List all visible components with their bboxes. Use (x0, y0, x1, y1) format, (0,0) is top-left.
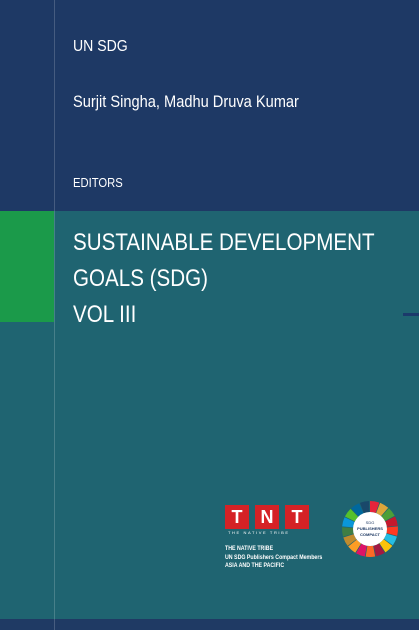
publisher-line: THE NATIVE TRIBE (225, 545, 274, 552)
logo-tagline: THE NATIVE TRIBE (228, 530, 290, 535)
footer-band (0, 619, 419, 630)
vertical-rule (54, 0, 55, 630)
publisher-info: THE NATIVE TRIBE UN SDG Publishers Compa… (225, 545, 322, 571)
wheel-segment (365, 545, 376, 558)
title-line: GOALS (SDG) (73, 265, 208, 292)
badge-text-line: COMPACT (360, 532, 380, 537)
badge-text-line: SDG (366, 520, 375, 525)
publisher-line: ASIA AND THE PACIFIC (225, 562, 285, 570)
logo-letter: T (285, 505, 309, 529)
authors: Surjit Singha, Madhu Druva Kumar (73, 92, 299, 111)
title-line: VOL III (73, 301, 137, 328)
tnt-logo: T N T THE NATIVE TRIBE (225, 505, 310, 535)
series-label: UN SDG (73, 38, 128, 55)
badge-text-line: PUBLISHERS (357, 526, 383, 531)
publisher-line: UN SDG Publishers Compact Members (225, 553, 323, 561)
editors-label: EDITORS (73, 176, 123, 190)
green-accent-block (0, 211, 54, 322)
edge-tick-mark (403, 313, 419, 316)
logo-letter: T (225, 505, 249, 529)
title-line: SUSTAINABLE DEVELOPMENT (73, 229, 375, 256)
sdg-compact-badge: SDG PUBLISHERS COMPACT (341, 501, 398, 558)
logo-letter: N (255, 505, 279, 529)
book-title: SUSTAINABLE DEVELOPMENT GOALS (SDG) VOL … (73, 225, 375, 333)
